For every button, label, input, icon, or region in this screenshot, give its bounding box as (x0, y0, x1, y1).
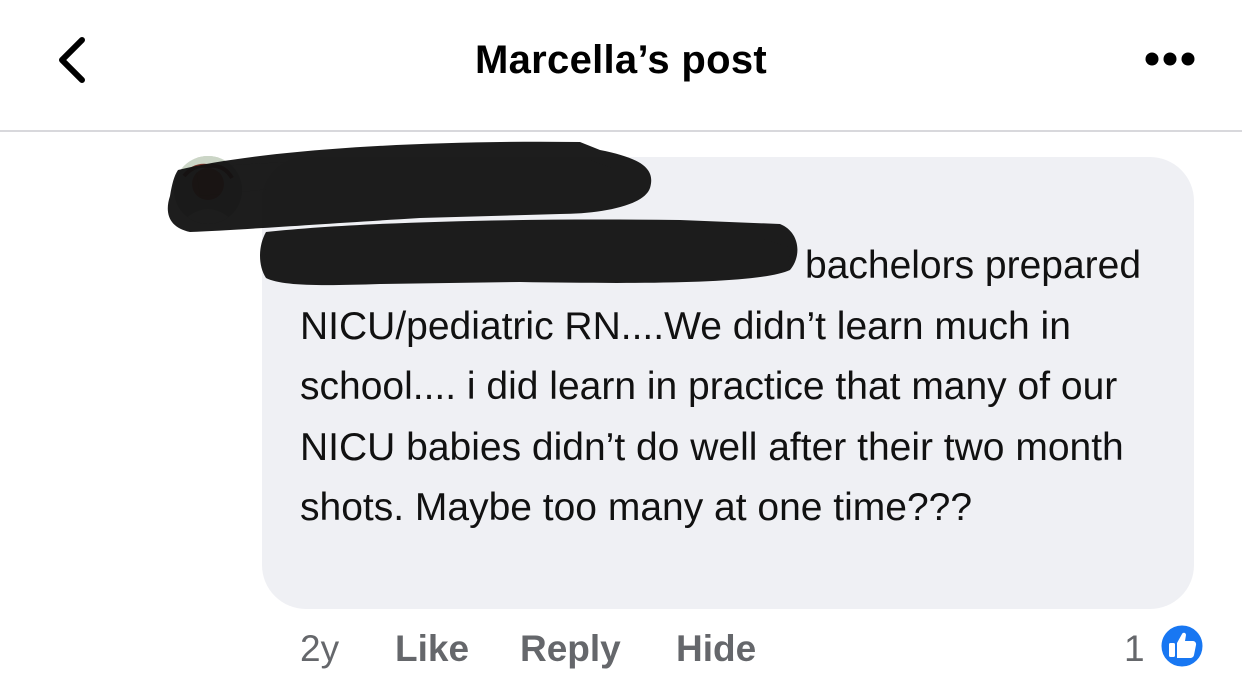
reaction-count[interactable]: 1 (1124, 628, 1145, 670)
user-avatar (174, 156, 242, 224)
like-button[interactable]: Like (395, 628, 469, 670)
comment-actions: 2y Like Reply Hide 1 (0, 620, 1242, 680)
page-title: Marcella’s post (474, 38, 768, 82)
more-horizontal-icon (1145, 52, 1195, 66)
reaction-badge[interactable] (1158, 622, 1206, 670)
thumbs-up-icon (1158, 622, 1206, 670)
commenter-avatar[interactable] (174, 156, 242, 224)
reply-button[interactable]: Reply (520, 628, 621, 670)
comment-timestamp: 2y (300, 628, 340, 669)
more-options-button[interactable] (1140, 44, 1200, 74)
hide-button[interactable]: Hide (676, 628, 756, 670)
comment-text: bachelors prepared NICU/pediatric RN....… (300, 244, 1142, 529)
top-nav-bar: Marcella’s post (0, 0, 1242, 132)
